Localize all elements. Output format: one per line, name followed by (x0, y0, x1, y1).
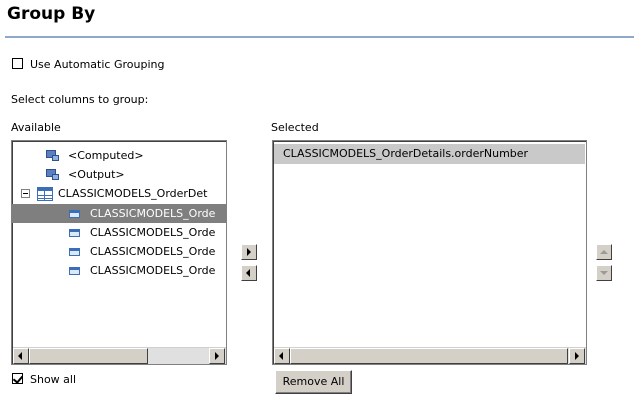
selected-hscrollbar[interactable] (274, 347, 586, 364)
table-icon (37, 187, 53, 201)
scroll-thumb[interactable] (29, 348, 148, 364)
remove-all-button[interactable]: Remove All (275, 370, 352, 394)
selected-item-label: CLASSICMODELS_OrderDetails.orderNumber (283, 147, 529, 160)
tree-item-label: CLASSICMODELS_Orde (90, 245, 216, 258)
show-all-checkbox[interactable] (12, 373, 23, 384)
computed-column-icon (46, 150, 60, 161)
column-icon (69, 229, 80, 237)
move-up-button[interactable] (596, 244, 612, 260)
remove-column-button[interactable] (241, 265, 257, 281)
tree-item-column[interactable]: CLASSICMODELS_Orde (12, 242, 226, 261)
column-icon (69, 210, 80, 218)
tree-item-column[interactable]: CLASSICMODELS_Orde (12, 204, 226, 223)
tree-item-label: CLASSICMODELS_OrderDet (58, 187, 208, 200)
tree-item-label: CLASSICMODELS_Orde (90, 264, 216, 277)
output-column-icon (46, 169, 60, 180)
selected-list-item[interactable]: CLASSICMODELS_OrderDetails.orderNumber (274, 144, 585, 164)
select-columns-label: Select columns to group: (11, 93, 149, 106)
column-icon (69, 267, 80, 275)
collapse-icon[interactable] (21, 189, 30, 198)
selected-list[interactable]: CLASSICMODELS_OrderDetails.orderNumber (272, 140, 587, 365)
column-icon (69, 248, 80, 256)
tree-item-label: <Computed> (68, 149, 144, 162)
tree-item-label: CLASSICMODELS_Orde (90, 207, 216, 220)
scroll-right-button[interactable] (569, 348, 585, 364)
auto-grouping-checkbox[interactable] (12, 58, 23, 69)
page-title: Group By (7, 4, 96, 24)
available-label: Available (11, 121, 61, 134)
tree-item-label: <Output> (68, 168, 125, 181)
tree-item-column[interactable]: CLASSICMODELS_Orde (12, 261, 226, 280)
tree-item-label: CLASSICMODELS_Orde (90, 226, 216, 239)
scroll-left-button[interactable] (274, 348, 290, 364)
add-column-button[interactable] (241, 244, 257, 260)
available-tree[interactable]: <Computed> <Output> CLASSICMODELS_OrderD… (11, 140, 227, 365)
title-divider (5, 36, 634, 38)
scroll-right-button[interactable] (209, 348, 225, 364)
scroll-left-button[interactable] (13, 348, 29, 364)
show-all-label: Show all (30, 373, 77, 386)
tree-item-table[interactable]: CLASSICMODELS_OrderDet (12, 184, 226, 203)
tree-item-column[interactable]: CLASSICMODELS_Orde (12, 223, 226, 242)
move-down-button[interactable] (596, 265, 612, 281)
available-hscrollbar[interactable] (13, 347, 226, 364)
auto-grouping-label: Use Automatic Grouping (30, 58, 165, 71)
scroll-thumb[interactable] (290, 348, 568, 364)
selected-label: Selected (271, 121, 319, 134)
